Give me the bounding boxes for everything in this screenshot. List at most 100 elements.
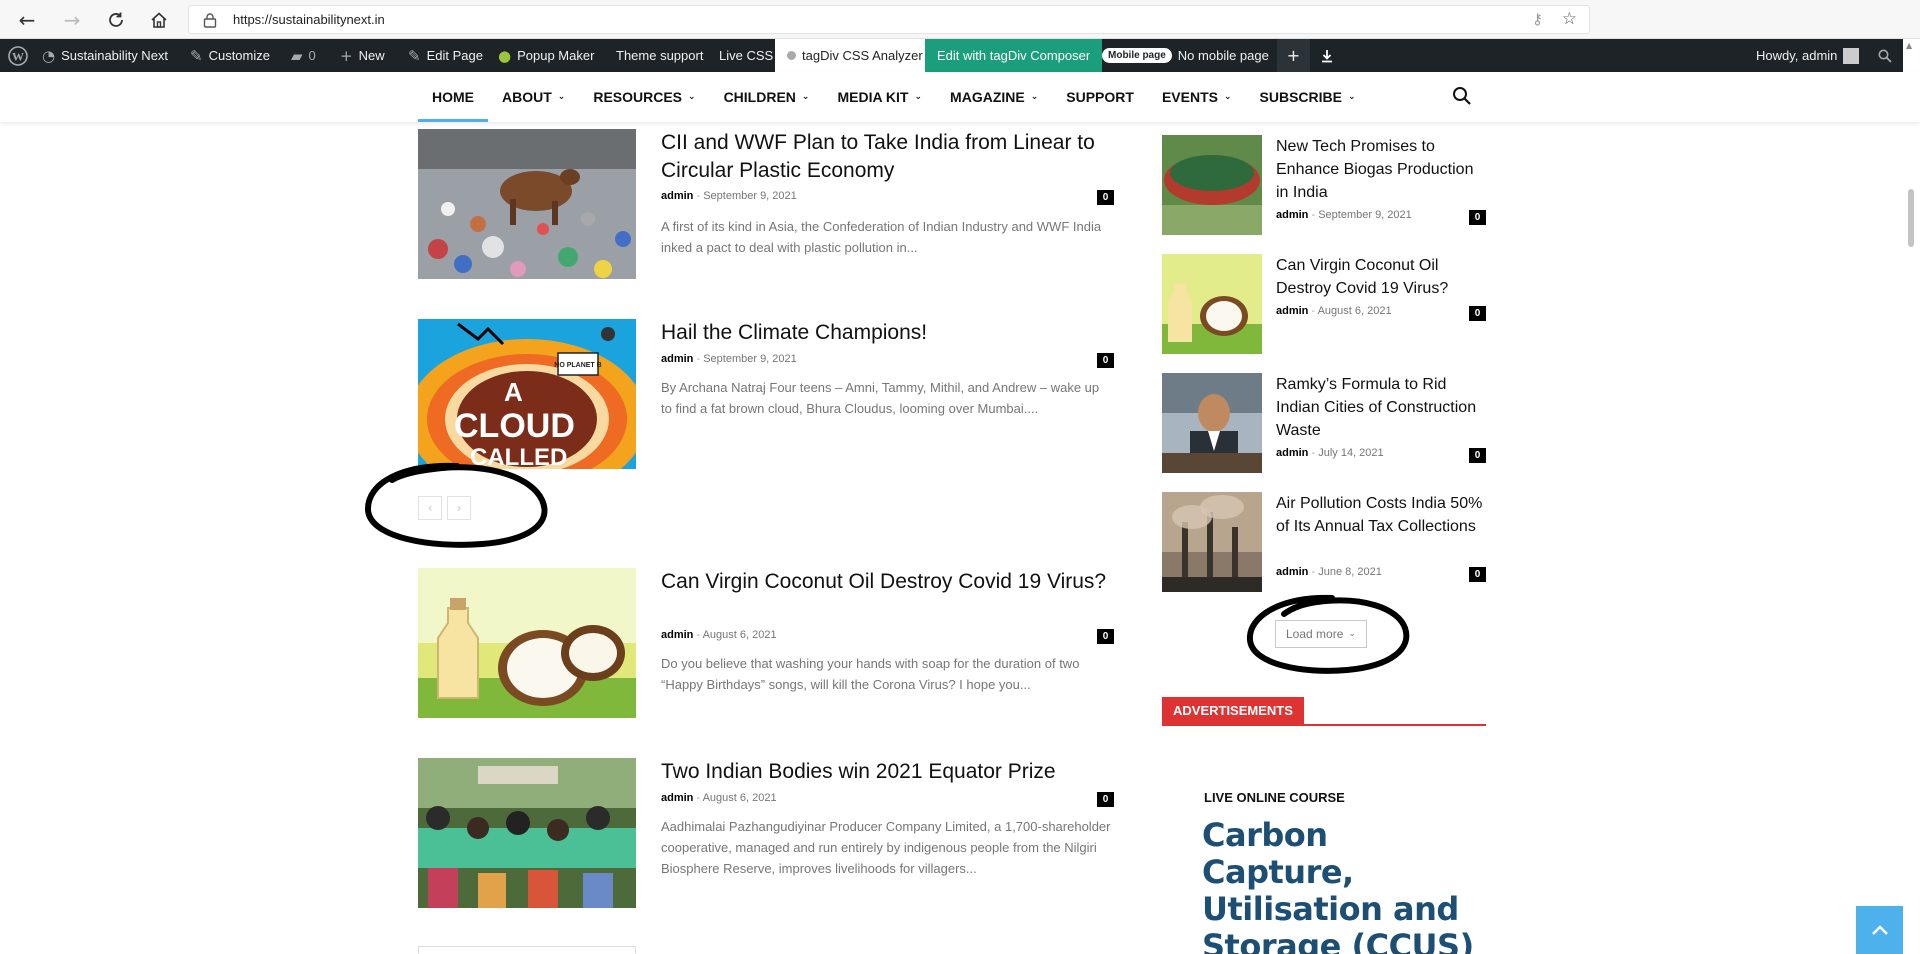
load-more-button[interactable]: Load more ⌄	[1275, 620, 1367, 648]
nav-item-support[interactable]: SUPPORT	[1052, 72, 1148, 122]
sidebar-post-thumbnail[interactable]	[1162, 135, 1262, 235]
previous-page-button[interactable]: ‹	[418, 496, 442, 520]
nav-item-label: RESOURCES	[593, 89, 683, 105]
howdy-label: Howdy, admin	[1756, 48, 1838, 63]
post-author[interactable]: admin	[1276, 447, 1308, 459]
nav-item-label: SUPPORT	[1066, 89, 1134, 105]
admin-search-icon[interactable]	[1878, 39, 1892, 72]
post-thumbnail[interactable]: A CLOUD CALLED NO PLANET B	[418, 319, 636, 469]
comment-bubble-icon: ▰	[291, 46, 303, 65]
post-item: A CLOUD CALLED NO PLANET B Hail the Clim…	[418, 319, 1114, 469]
post-thumbnail[interactable]	[418, 758, 636, 908]
theme-support-link[interactable]: Theme support	[616, 39, 703, 72]
nav-item-children[interactable]: CHILDREN ⌄	[710, 72, 824, 122]
key-icon[interactable]: ⚷	[1532, 10, 1543, 28]
avatar	[1843, 47, 1860, 64]
home-icon[interactable]	[146, 7, 172, 33]
forward-arrow-icon[interactable]: →	[59, 7, 85, 33]
post-thumbnail-partial	[418, 946, 636, 954]
pencil-icon: ✎	[408, 46, 421, 65]
live-css-link[interactable]: Live CSS	[719, 39, 773, 72]
favorite-star-icon[interactable]: ☆	[1562, 9, 1577, 29]
wordpress-logo-icon[interactable]: W	[8, 39, 28, 72]
post-author[interactable]: admin	[1276, 209, 1308, 221]
sidebar-post-item: Air Pollution Costs India 50% of Its Ann…	[1162, 492, 1486, 592]
back-arrow-icon[interactable]: ←	[14, 7, 40, 33]
sidebar-post-thumbnail[interactable]	[1162, 492, 1262, 592]
nav-item-resources[interactable]: RESOURCES ⌄	[579, 72, 709, 122]
comment-count-badge[interactable]: 0	[1469, 567, 1486, 582]
nav-item-label: HOME	[432, 89, 474, 105]
post-meta: admin - August 6, 2021	[661, 629, 777, 641]
sidebar-post-title[interactable]: Air Pollution Costs India 50% of Its Ann…	[1276, 492, 1486, 538]
edit-page-link[interactable]: ✎ Edit Page	[408, 39, 483, 72]
next-page-button[interactable]: ›	[447, 496, 471, 520]
post-date: September 9, 2021	[1318, 209, 1412, 221]
post-author[interactable]: admin	[661, 353, 693, 365]
refresh-icon[interactable]	[103, 7, 129, 33]
post-meta: admin - September 9, 2021	[661, 353, 797, 365]
site-name-label: Sustainability Next	[61, 48, 169, 63]
add-plus-icon[interactable]: +	[1277, 39, 1310, 72]
composer-button[interactable]: Edit with tagDiv Composer	[925, 39, 1103, 72]
post-thumbnail[interactable]	[418, 129, 636, 279]
sidebar-post-thumbnail[interactable]	[1162, 254, 1262, 354]
howdy-account-menu[interactable]: Howdy, admin	[1756, 39, 1860, 72]
post-excerpt: Aadhimalai Pazhangudiyinar Producer Comp…	[661, 819, 1111, 876]
sidebar-post-title[interactable]: New Tech Promises to Enhance Biogas Prod…	[1276, 135, 1486, 204]
comment-count-badge[interactable]: 0	[1469, 210, 1486, 225]
nav-item-events[interactable]: EVENTS ⌄	[1148, 72, 1246, 122]
post-author[interactable]: admin	[661, 792, 693, 804]
search-icon[interactable]	[1452, 86, 1472, 106]
comment-count-badge[interactable]: 0	[1097, 792, 1114, 807]
new-content-link[interactable]: + New	[340, 39, 385, 72]
ad-banner[interactable]: LIVE ONLINE COURSE Carbon Capture, Utili…	[1186, 790, 1476, 954]
comment-count-badge[interactable]: 0	[1469, 306, 1486, 321]
page-scrollbar[interactable]: ▲	[1903, 39, 1920, 954]
popup-maker-link[interactable]: ● Popup Maker	[498, 39, 594, 72]
nav-item-label: SUBSCRIBE	[1259, 89, 1342, 105]
post-meta: admin - August 6, 2021	[661, 792, 777, 804]
post-title[interactable]: Two Indian Bodies win 2021 Equator Prize	[661, 758, 1111, 786]
comments-link[interactable]: ▰ 0	[291, 39, 316, 72]
cloud-image-letter: A	[504, 377, 523, 407]
post-title[interactable]: Hail the Climate Champions!	[661, 319, 1111, 347]
nav-item-home[interactable]: HOME	[418, 72, 488, 122]
sidebar-post-item: Ramky’s Formula to Rid Indian Cities of …	[1162, 373, 1486, 473]
site-name-link[interactable]: ◔ Sustainability Next	[42, 39, 168, 72]
post-author[interactable]: admin	[1276, 305, 1308, 317]
scroll-up-arrow-icon[interactable]: ▲	[1906, 41, 1912, 50]
post-title[interactable]: CII and WWF Plan to Take India from Line…	[661, 129, 1111, 185]
scrollbar-thumb[interactable]	[1908, 189, 1914, 247]
pagination-controls: ‹ ›	[418, 496, 471, 520]
comment-count-badge[interactable]: 0	[1469, 448, 1486, 463]
nav-item-media-kit[interactable]: MEDIA KIT ⌄	[823, 72, 936, 122]
post-thumbnail[interactable]	[418, 568, 636, 718]
css-analyzer-tab[interactable]: tagDiv CSS Analyzer	[775, 39, 935, 72]
nav-item-about[interactable]: ABOUT ⌄	[488, 72, 579, 122]
post-excerpt: Do you believe that washing your hands w…	[661, 656, 1080, 692]
back-to-top-button[interactable]	[1856, 906, 1904, 954]
download-icon[interactable]	[1310, 39, 1343, 72]
mobile-page-toggle[interactable]: Mobile page No mobile page	[1102, 39, 1269, 72]
post-date: September 9, 2021	[703, 190, 797, 202]
post-author[interactable]: admin	[661, 190, 693, 202]
sidebar-post-thumbnail[interactable]	[1162, 373, 1262, 473]
ad-title: Carbon Capture, Utilisation and Storage …	[1202, 816, 1474, 954]
comment-count-badge[interactable]: 0	[1097, 353, 1114, 368]
post-title[interactable]: Can Virgin Coconut Oil Destroy Covid 19 …	[661, 568, 1111, 596]
post-author[interactable]: admin	[1276, 566, 1308, 578]
load-more-label: Load more	[1286, 627, 1344, 641]
address-bar[interactable]: https://sustainabilitynext.in ⚷ ☆	[188, 5, 1590, 34]
comment-count-badge[interactable]: 0	[1097, 190, 1114, 205]
chevron-down-icon: ⌄	[557, 92, 566, 102]
nav-item-label: ABOUT	[502, 89, 552, 105]
nav-item-label: CHILDREN	[723, 89, 796, 105]
sidebar-post-title[interactable]: Can Virgin Coconut Oil Destroy Covid 19 …	[1276, 254, 1486, 300]
comment-count-badge[interactable]: 0	[1097, 629, 1114, 644]
nav-item-magazine[interactable]: MAGAZINE ⌄	[936, 72, 1052, 122]
nav-item-subscribe[interactable]: SUBSCRIBE ⌄	[1246, 72, 1370, 122]
sidebar-post-title[interactable]: Ramky’s Formula to Rid Indian Cities of …	[1276, 373, 1486, 442]
post-author[interactable]: admin	[661, 629, 693, 641]
customize-link[interactable]: ✎ Customize	[190, 39, 270, 72]
